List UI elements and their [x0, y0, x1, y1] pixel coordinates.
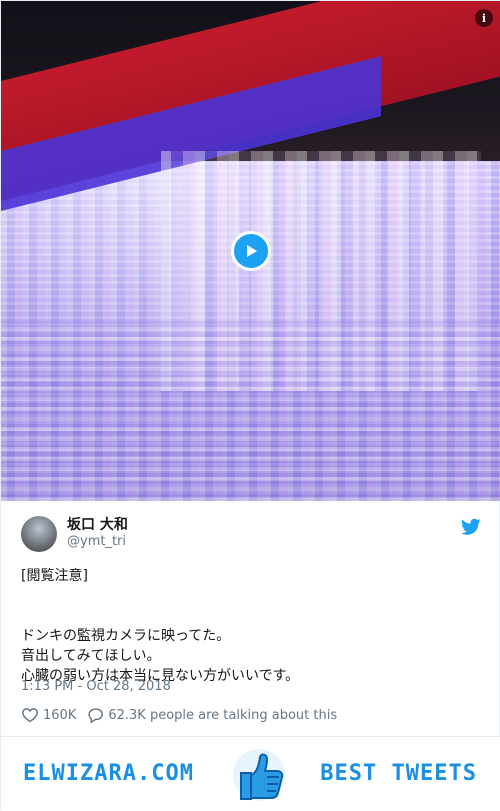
- thumbs-up-icon: [233, 749, 285, 801]
- like-button[interactable]: 160K: [21, 707, 76, 723]
- tweet-line: 音出してみてほしい。: [21, 648, 161, 664]
- conversation-link[interactable]: 62.3K people are talking about this: [86, 707, 337, 723]
- tweet-actions: 160K 62.3K people are talking about this: [21, 704, 347, 726]
- avatar[interactable]: [21, 516, 57, 552]
- media-store-floor: [1, 321, 500, 501]
- site-brand[interactable]: ELWIZARA.COM: [23, 761, 194, 786]
- tweet-card: i 坂口 大和 @ymt_tri [閲覧注意] ドンキの監視カメラに映ってた。 …: [0, 0, 500, 811]
- tweet-header: 坂口 大和 @ymt_tri: [1, 502, 500, 562]
- tweet-timestamp[interactable]: 1:13 PM - Oct 28, 2018: [21, 679, 171, 694]
- twitter-bird-icon[interactable]: [461, 518, 481, 536]
- best-tweets-label: BEST TWEETS: [320, 761, 477, 786]
- talking-count: 62.3K people are talking about this: [108, 707, 338, 723]
- tweet-text: [閲覧注意] ドンキの監視カメラに映ってた。 音出してみてほしい。 心臓の弱い方…: [21, 566, 481, 686]
- tweet-line: [閲覧注意]: [21, 568, 88, 584]
- like-count: 160K: [43, 707, 77, 723]
- play-button[interactable]: [231, 231, 271, 271]
- author-handle[interactable]: @ymt_tri: [67, 534, 126, 549]
- play-icon: [247, 245, 257, 257]
- tweet-line: ドンキの監視カメラに映ってた。: [21, 628, 231, 644]
- info-icon[interactable]: i: [475, 9, 493, 27]
- comment-icon: [88, 708, 104, 723]
- author-name[interactable]: 坂口 大和: [67, 514, 128, 534]
- heart-icon: [22, 708, 38, 723]
- video-media[interactable]: i: [1, 1, 500, 501]
- footer-banner: ELWIZARA.COM BEST TWEETS: [1, 737, 500, 811]
